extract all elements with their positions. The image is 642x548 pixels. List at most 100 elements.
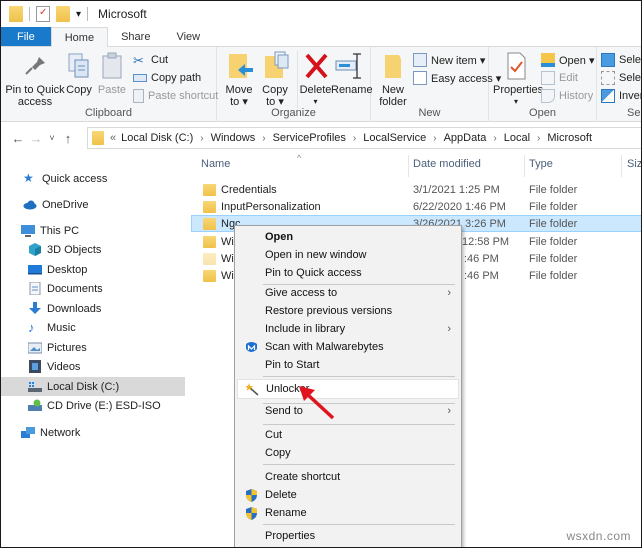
breadcrumb-appdata[interactable]: AppData: [444, 132, 487, 144]
breadcrumb-local[interactable]: Local: [504, 132, 530, 144]
menu-item-restore-versions[interactable]: Restore previous versions: [237, 302, 459, 320]
column-header-date-modified[interactable]: Date modified: [413, 158, 481, 170]
properties-checkmark-icon[interactable]: ✓: [36, 6, 50, 22]
new-folder-icon[interactable]: [56, 6, 70, 22]
window-title: Microsoft: [98, 7, 147, 21]
nav-item-downloads[interactable]: Downloads: [1, 299, 185, 318]
breadcrumb-serviceprofiles[interactable]: ServiceProfiles: [273, 132, 346, 144]
document-icon: [28, 281, 42, 296]
pin-label-line1: Pin to Quick: [5, 84, 65, 96]
breadcrumb-localservice[interactable]: LocalService: [363, 132, 426, 144]
new-item-button[interactable]: New item ▾: [413, 52, 485, 68]
menu-item-create-shortcut[interactable]: Create shortcut: [237, 468, 459, 486]
up-button[interactable]: ↑: [59, 131, 77, 146]
navigation-bar: ← → ˅ ↑ « Local Disk (C:) › Windows › Se…: [1, 123, 641, 153]
paste-shortcut-icon: [133, 89, 144, 103]
breadcrumb-separator[interactable]: ›: [493, 133, 496, 144]
open-button[interactable]: Open ▾: [541, 52, 595, 68]
paste-shortcut-button[interactable]: Paste shortcut: [133, 88, 218, 104]
properties-button[interactable]: Properties ▾: [493, 51, 543, 108]
file-row[interactable]: Credentials 3/1/2021 1:25 PM File folder: [191, 181, 641, 198]
folder-icon: [203, 183, 216, 196]
breadcrumb-separator[interactable]: ›: [537, 133, 540, 144]
menu-item-open[interactable]: Open: [237, 228, 459, 246]
tab-file[interactable]: File: [1, 27, 51, 46]
tab-share[interactable]: Share: [108, 27, 163, 46]
breadcrumb-local-disk[interactable]: Local Disk (C:): [121, 132, 193, 144]
menu-item-properties[interactable]: Properties: [237, 527, 459, 545]
nav-item-3d-objects[interactable]: 3D Objects: [1, 240, 185, 259]
nav-item-desktop[interactable]: Desktop: [1, 260, 185, 279]
breadcrumb-windows[interactable]: Windows: [211, 132, 256, 144]
back-button[interactable]: ←: [9, 131, 27, 146]
nav-item-label: Documents: [47, 282, 103, 295]
new-item-label: New item ▾: [431, 54, 486, 67]
forward-button[interactable]: →: [27, 131, 45, 146]
nav-item-pictures[interactable]: Pictures: [1, 338, 185, 357]
select-none-button[interactable]: Selec: [601, 70, 642, 86]
edit-label: Edit: [559, 72, 578, 84]
column-divider[interactable]: [408, 155, 409, 177]
cut-button[interactable]: ✂ Cut: [133, 52, 168, 68]
breadcrumb-separator[interactable]: ›: [433, 133, 436, 144]
address-bar[interactable]: « Local Disk (C:) › Windows › ServicePro…: [87, 127, 641, 149]
tab-home[interactable]: Home: [50, 27, 109, 47]
new-folder-button[interactable]: New folder: [375, 51, 411, 108]
nav-item-documents[interactable]: Documents: [1, 279, 185, 298]
move-to-button[interactable]: Move to ▾: [221, 51, 257, 108]
select-none-label: Selec: [619, 72, 642, 84]
rename-icon: [334, 51, 366, 81]
picture-icon: [27, 341, 43, 354]
menu-item-delete[interactable]: Delete: [237, 486, 459, 504]
delete-button[interactable]: Delete ▾: [297, 51, 333, 108]
column-header-type[interactable]: Type: [529, 158, 553, 170]
breadcrumb-separator[interactable]: ›: [353, 133, 356, 144]
menu-item-send-to[interactable]: Send to ›: [237, 402, 459, 420]
recent-locations-button[interactable]: ˅: [45, 133, 59, 143]
menu-item-cut[interactable]: Cut: [237, 426, 459, 444]
breadcrumb-separator[interactable]: ›: [262, 133, 265, 144]
menu-item-pin-quick-access[interactable]: Pin to Quick access: [237, 264, 459, 282]
tab-view[interactable]: View: [163, 27, 213, 46]
nav-item-label: OneDrive: [42, 198, 89, 211]
pin-to-quick-access-button[interactable]: Pin to Quick access: [5, 51, 65, 108]
history-button[interactable]: History: [541, 88, 593, 104]
breadcrumb-overflow[interactable]: «: [110, 132, 116, 144]
clipboard-group: Pin to Quick access Copy Paste ✂ Cut Cop…: [1, 47, 218, 122]
menu-item-open-new-window[interactable]: Open in new window: [237, 246, 459, 264]
nav-item-network[interactable]: Network: [1, 423, 185, 442]
nav-item-videos[interactable]: Videos: [1, 357, 185, 376]
paste-button[interactable]: Paste: [97, 51, 127, 96]
column-divider[interactable]: [621, 155, 622, 177]
menu-item-pin-start[interactable]: Pin to Start: [237, 356, 459, 374]
copy-to-button[interactable]: Copy to ▾: [257, 51, 293, 108]
nav-item-onedrive[interactable]: OneDrive: [1, 195, 185, 214]
nav-item-quick-access[interactable]: ★ Quick access: [1, 169, 185, 188]
nav-item-this-pc[interactable]: This PC: [1, 221, 185, 240]
invert-selection-button[interactable]: Invert: [601, 88, 641, 104]
menu-item-include-library[interactable]: Include in library ›: [237, 320, 459, 338]
menu-item-unlocker[interactable]: Unlocker: [237, 379, 459, 399]
menu-item-copy[interactable]: Copy: [237, 444, 459, 462]
nav-item-cd-drive[interactable]: CD Drive (E:) ESD-ISO: [1, 396, 185, 415]
nav-item-local-disk[interactable]: Local Disk (C:): [1, 377, 185, 396]
copy-path-button[interactable]: Copy path: [133, 70, 201, 86]
edit-button[interactable]: Edit: [541, 70, 578, 86]
column-header-name[interactable]: Name: [201, 158, 230, 170]
rename-button[interactable]: Rename: [331, 51, 373, 96]
breadcrumb-microsoft[interactable]: Microsoft: [547, 132, 592, 144]
column-header-size[interactable]: Size: [627, 158, 641, 170]
copy-button[interactable]: Copy: [65, 51, 93, 96]
menu-item-scan-malwarebytes[interactable]: Scan with Malwarebytes: [237, 338, 459, 356]
menu-item-give-access[interactable]: Give access to ›: [237, 284, 459, 302]
qat-dropdown-icon[interactable]: ▾: [76, 9, 81, 20]
breadcrumb-separator[interactable]: ›: [200, 133, 203, 144]
nav-item-music[interactable]: ♪ Music: [1, 318, 185, 337]
column-divider[interactable]: [524, 155, 525, 177]
open-folder-icon: [541, 53, 555, 67]
file-row[interactable]: InputPersonalization 6/22/2020 1:46 PM F…: [191, 198, 641, 215]
menu-item-rename[interactable]: Rename: [237, 504, 459, 522]
ribbon-tabs: File Home Share View: [1, 27, 641, 47]
select-all-button[interactable]: Selec: [601, 52, 641, 68]
magic-wand-icon: [245, 383, 259, 396]
